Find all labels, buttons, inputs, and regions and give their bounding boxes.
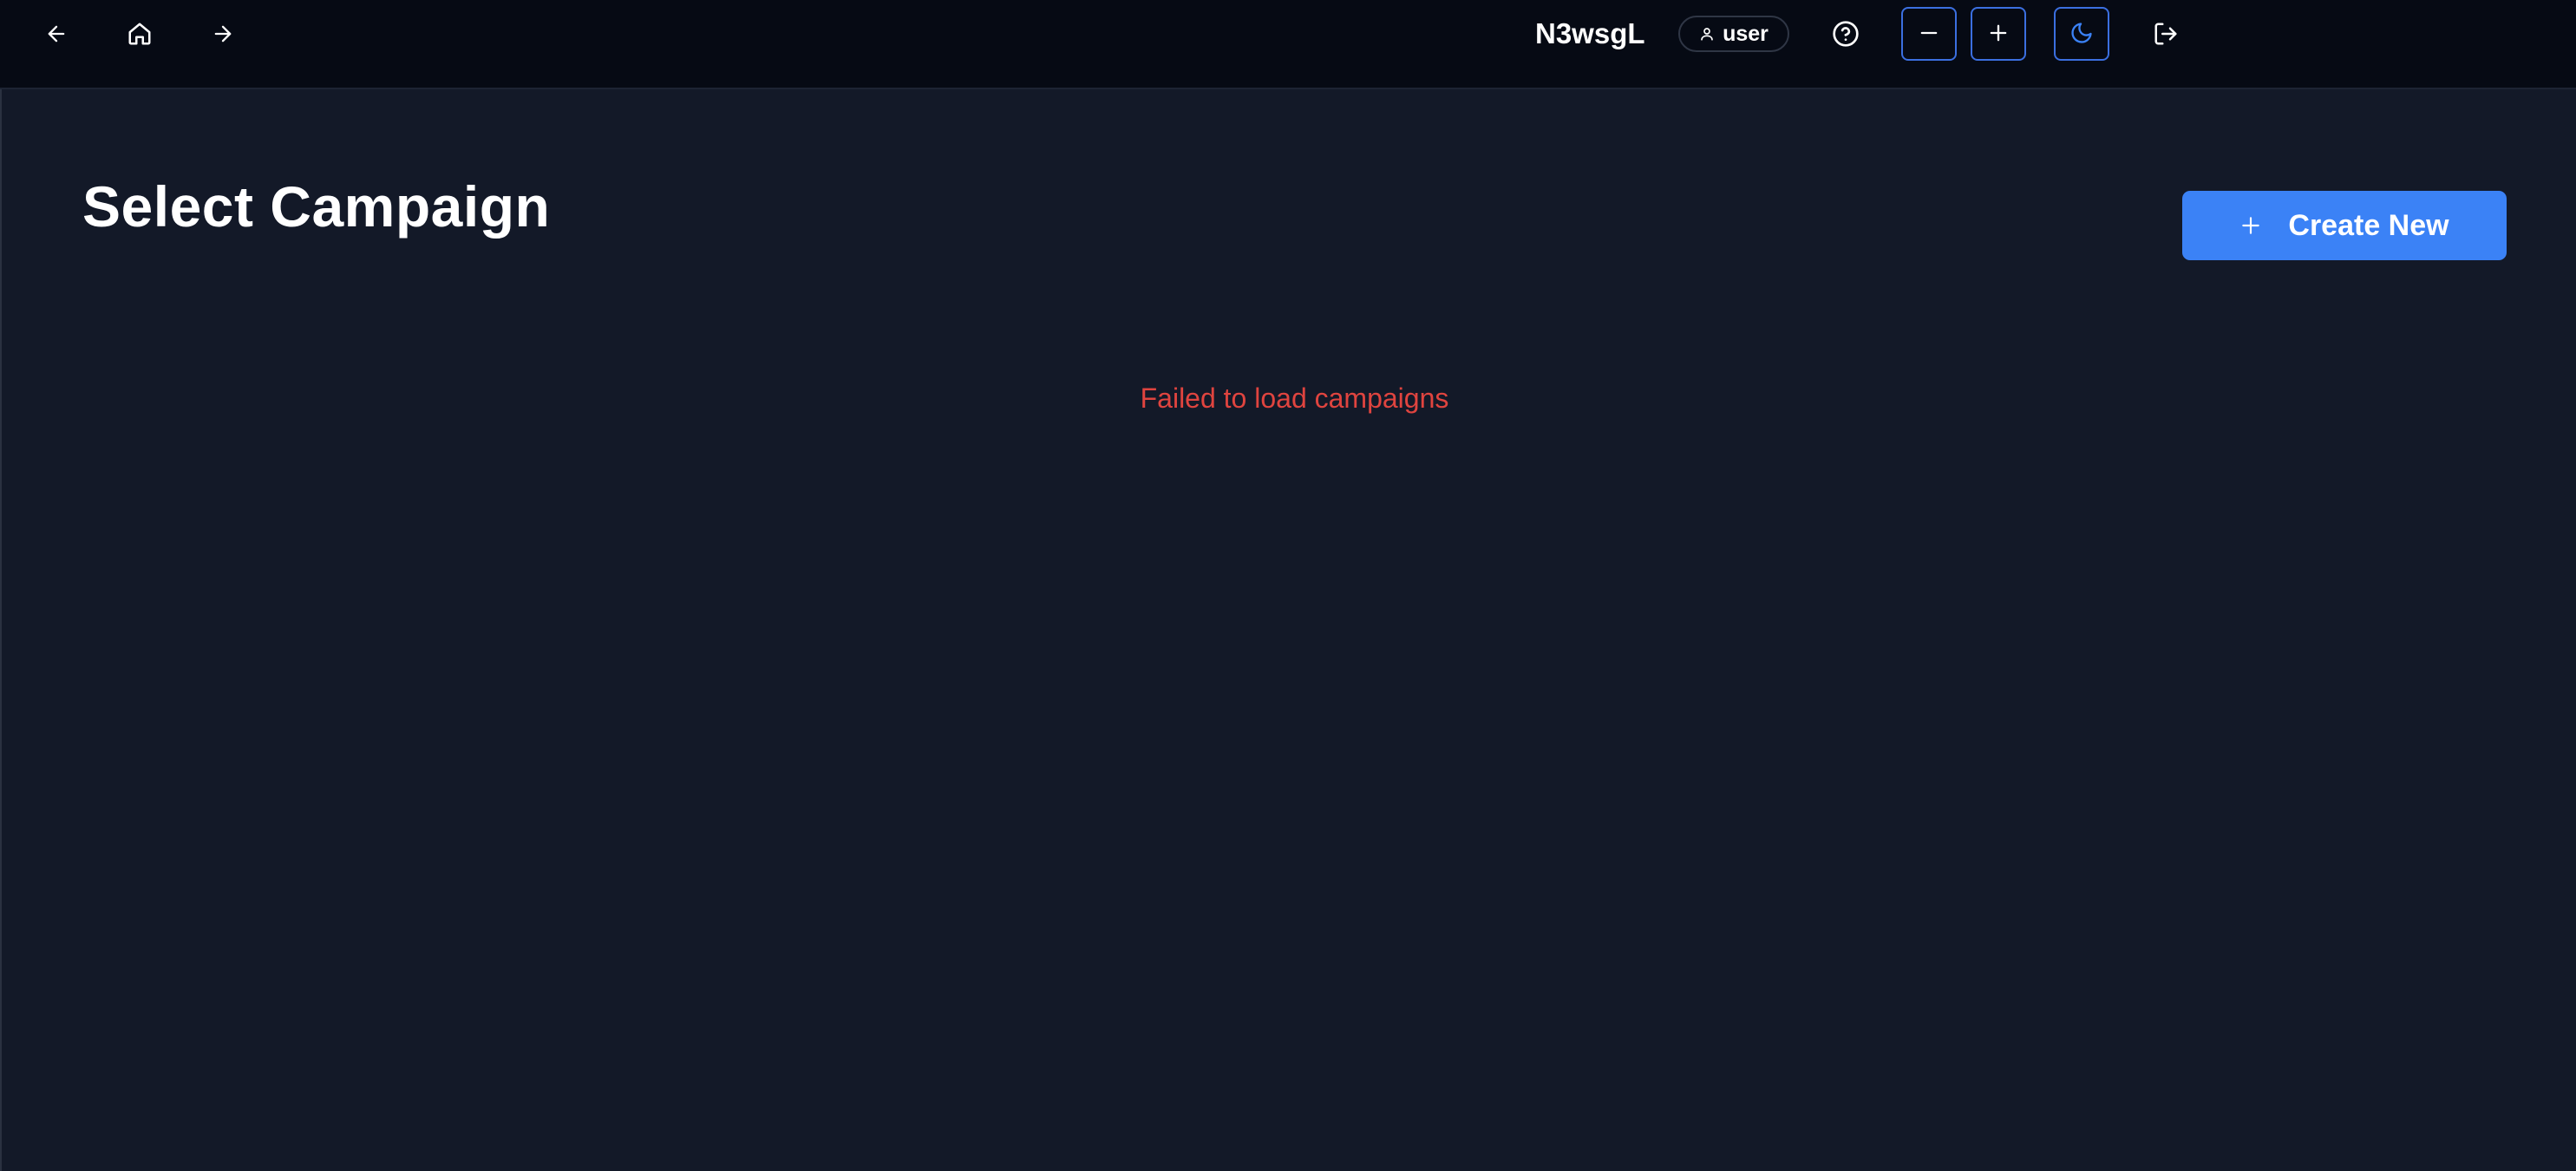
create-new-label: Create New [2288,208,2449,242]
page-title: Select Campaign [82,174,551,239]
home-button[interactable] [118,16,161,52]
arrow-right-icon [211,22,235,46]
arrow-left-icon [44,22,69,46]
error-message: Failed to load campaigns [1140,383,1449,414]
help-circle-icon [1832,20,1860,48]
home-icon [127,21,153,47]
logout-icon [2153,21,2179,47]
moon-icon [2069,21,2094,48]
theme-toggle-button[interactable] [2054,7,2109,61]
back-button[interactable] [35,16,78,52]
logout-button[interactable] [2144,16,2187,52]
zoom-out-button[interactable] [1901,7,1957,61]
minus-icon [1917,21,1941,48]
user-role-badge: user [1678,16,1789,52]
top-navigation-bar: N3wsgL user [0,0,2576,89]
help-button[interactable] [1827,16,1865,52]
page-left-border [0,89,2,1171]
user-icon [1699,26,1715,42]
zoom-in-button[interactable] [1971,7,2026,61]
create-new-button[interactable]: Create New [2182,191,2507,260]
app-name: N3wsgL [1535,17,1645,49]
user-role-label: user [1723,21,1769,46]
plus-icon [1986,21,2010,48]
plus-icon [2239,214,2262,237]
forward-button[interactable] [201,16,245,52]
